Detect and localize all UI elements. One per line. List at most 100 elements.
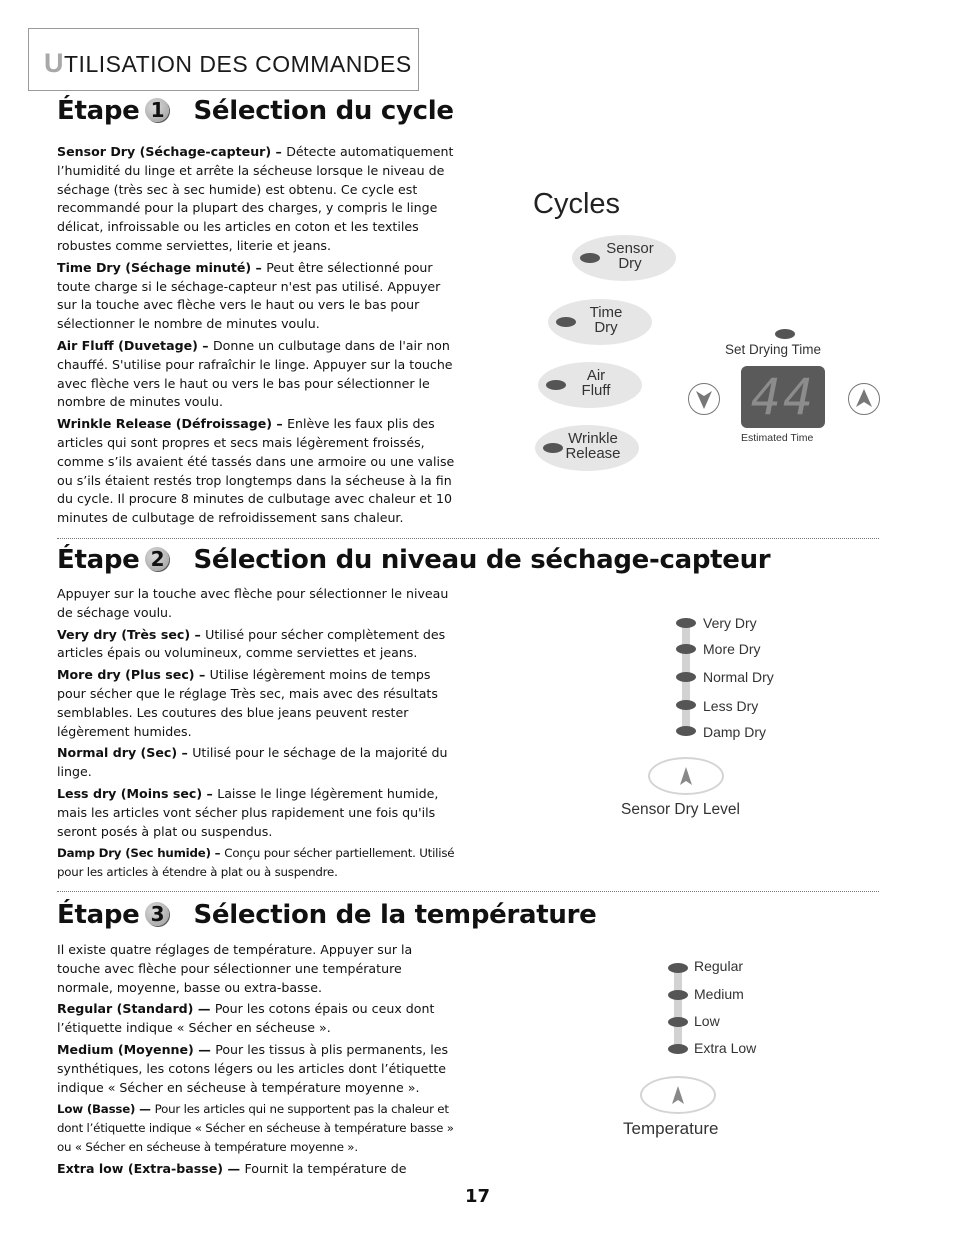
- sensor-level-label: Damp Dry: [703, 724, 767, 740]
- level-led: [676, 644, 696, 654]
- led-indicator: [546, 380, 566, 390]
- separator: –: [190, 626, 206, 642]
- set-drying-time-label: Set Drying Time: [725, 342, 822, 357]
- estimated-time-label: Estimated Time: [741, 432, 814, 444]
- separator: –: [194, 667, 210, 683]
- temperature-track: [674, 968, 682, 1050]
- separator: —: [135, 1102, 155, 1117]
- led-indicator: [556, 317, 576, 327]
- temperature-level-label: Extra Low: [694, 1040, 757, 1056]
- temperature-label: Temperature: [623, 1119, 719, 1138]
- term: More dry (Plus sec): [57, 667, 195, 683]
- paragraph: Extra low (Extra-basse) — Fournit la tem…: [57, 1160, 459, 1179]
- term: Air Fluff (Duvetage): [57, 337, 198, 353]
- sensor-level-label: Normal Dry: [703, 669, 774, 685]
- step-number-badge: 3: [145, 902, 170, 926]
- step-3-body: Il existe quatre réglages de température…: [57, 941, 459, 1182]
- time-up-button[interactable]: [848, 383, 880, 415]
- temperature-led: [668, 990, 688, 1000]
- term: Low (Basse): [57, 1102, 136, 1117]
- separator: —: [193, 1041, 216, 1057]
- separator: –: [210, 846, 225, 861]
- separator: –: [271, 144, 287, 159]
- temperature-led: [668, 963, 688, 973]
- term: Very dry (Très sec): [57, 626, 191, 642]
- paragraph: Low (Basse) — Pour les articles qui ne s…: [57, 1100, 459, 1156]
- intro: Appuyer sur la touche avec flèche pour s…: [57, 586, 449, 620]
- sensor-level-label: Less Dry: [703, 698, 759, 714]
- led-indicator: [543, 443, 563, 453]
- arrow-up-icon: [856, 389, 872, 407]
- sensor-dry-level-label: Sensor Dry Level: [621, 801, 740, 818]
- paragraph: Very dry (Très sec) – Utilisé pour séche…: [57, 626, 459, 664]
- paragraph: Wrinkle Release (Défroissage) – Enlève l…: [57, 415, 459, 528]
- step-1-body: Sensor Dry (Séchage-capteur) – Détecte a…: [57, 143, 459, 531]
- cycle-label: Sensor Dry: [606, 240, 654, 272]
- temperature-led: [668, 1017, 688, 1027]
- sensor-dry-level-button[interactable]: [648, 757, 724, 795]
- paragraph: Sensor Dry (Séchage-capteur) – Détecte a…: [57, 143, 459, 256]
- step-heading: Sélection de la température: [193, 900, 597, 930]
- arrow-down-icon: [696, 391, 712, 409]
- step-prefix: Étape: [57, 545, 140, 575]
- cycle-button-sensor-dry[interactable]: Sensor Dry: [572, 235, 676, 281]
- header-rest: TILISATION DES COMMANDES: [64, 51, 412, 77]
- paragraph: Damp Dry (Sec humide) – Conçu pour séche…: [57, 844, 459, 882]
- term: Extra low (Extra-basse): [57, 1160, 224, 1176]
- arrow-up-icon: [672, 1086, 684, 1104]
- separator: —: [223, 1160, 245, 1176]
- temperature-level-label: Medium: [694, 986, 744, 1002]
- led-indicator: [580, 253, 600, 263]
- section-header: UTILISATION DES COMMANDES: [44, 48, 412, 79]
- step-2-title: Étape 2 Sélection du niveau de séchage-cap…: [57, 545, 771, 575]
- step-heading: Sélection du niveau de séchage-capteur: [193, 545, 771, 575]
- section-divider: [57, 538, 879, 539]
- step-1-title: Étape 1 Sélection du cycle: [57, 96, 454, 126]
- step-number-badge: 1: [145, 98, 170, 122]
- estimated-time-display: 44: [741, 366, 825, 428]
- temperature-button[interactable]: [640, 1076, 716, 1114]
- display-digits: 44: [750, 368, 816, 426]
- header-initial: U: [44, 48, 64, 78]
- step-2-body: Appuyer sur la touche avec flèche pour s…: [57, 585, 459, 885]
- description: Fournit la température de: [244, 1160, 407, 1176]
- temperature-led: [668, 1044, 688, 1054]
- separator: —: [193, 1001, 215, 1017]
- cycles-title: Cycles: [533, 188, 621, 220]
- temperature-level-label: Low: [694, 1013, 720, 1029]
- paragraph: Normal dry (Sec) – Utilisé pour le sécha…: [57, 744, 459, 782]
- time-down-button[interactable]: [688, 383, 720, 415]
- separator: –: [177, 745, 193, 761]
- cycle-label: Wrinkle Release: [565, 430, 621, 462]
- description: Détecte automatiquement l’humidité du li…: [57, 144, 454, 253]
- separator: –: [251, 259, 267, 275]
- term: Regular (Standard): [57, 1001, 194, 1017]
- cycle-button-wrinkle-release[interactable]: Wrinkle Release: [535, 425, 639, 471]
- set-drying-time-led: [775, 329, 795, 339]
- term: Sensor Dry (Séchage-capteur): [57, 144, 272, 159]
- step-prefix: Étape: [57, 900, 140, 930]
- term: Time Dry (Séchage minuté): [57, 259, 252, 275]
- step-number-badge: 2: [145, 547, 170, 571]
- term: Wrinkle Release (Défroissage): [57, 416, 273, 432]
- paragraph: Air Fluff (Duvetage) – Donne un culbutag…: [57, 337, 459, 412]
- separator: –: [202, 785, 218, 801]
- cycle-label: Air Fluff: [581, 367, 611, 399]
- paragraph: Medium (Moyenne) — Pour les tissus à pli…: [57, 1041, 459, 1097]
- description: Enlève les faux plis des articles qui so…: [57, 416, 455, 526]
- page-number: 17: [465, 1186, 491, 1207]
- paragraph: Less dry (Moins sec) – Laisse le linge l…: [57, 785, 459, 841]
- cycle-button-air-fluff[interactable]: Air Fluff: [538, 362, 642, 408]
- separator: –: [272, 416, 288, 432]
- section-divider: [57, 891, 879, 892]
- arrow-up-icon: [680, 767, 692, 785]
- step-prefix: Étape: [57, 96, 140, 126]
- paragraph: Regular (Standard) — Pour les cotons épa…: [57, 1000, 459, 1038]
- temperature-level-label: Regular: [694, 958, 744, 974]
- step-3-title: Étape 3 Sélection de la température: [57, 900, 597, 930]
- level-led: [676, 672, 696, 682]
- cycle-label: Time Dry: [589, 304, 623, 336]
- cycle-button-time-dry[interactable]: Time Dry: [548, 299, 652, 345]
- term: Normal dry (Sec): [57, 745, 178, 761]
- paragraph: More dry (Plus sec) – Utilise légèrement…: [57, 666, 459, 741]
